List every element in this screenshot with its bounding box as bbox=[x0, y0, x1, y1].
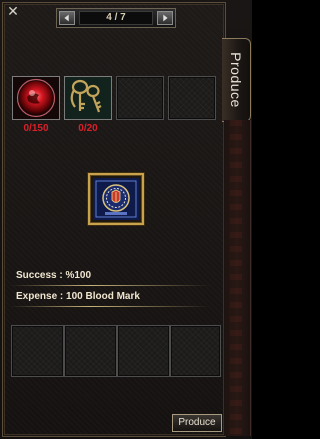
produce-button[interactable]: Produce bbox=[172, 414, 222, 432]
result-slot[interactable] bbox=[88, 173, 144, 225]
arrow-right-icon bbox=[163, 14, 168, 22]
output-slot[interactable] bbox=[11, 325, 64, 377]
close-button[interactable]: ✕ bbox=[4, 4, 22, 20]
output-slot[interactable] bbox=[117, 325, 170, 377]
previous-page-button[interactable] bbox=[59, 11, 75, 25]
side-decoration-strip bbox=[224, 120, 251, 436]
arrow-left-icon bbox=[64, 14, 69, 22]
output-slot[interactable] bbox=[64, 325, 117, 377]
tab-produce[interactable]: Produce bbox=[222, 38, 251, 122]
material-slot-red-orb[interactable] bbox=[12, 76, 60, 120]
success-rate: Success : %100 bbox=[16, 270, 92, 281]
emblem-card-icon bbox=[93, 178, 139, 220]
material-slot-empty[interactable] bbox=[116, 76, 164, 120]
red-orb-icon bbox=[13, 77, 59, 119]
next-page-button[interactable] bbox=[157, 11, 173, 25]
keys-icon bbox=[65, 77, 111, 119]
page-navigator: 4 / 7 bbox=[56, 8, 176, 28]
output-slot[interactable] bbox=[170, 325, 221, 377]
divider bbox=[10, 306, 210, 307]
material-slot-empty[interactable] bbox=[168, 76, 216, 120]
divider bbox=[10, 285, 210, 286]
tab-produce-label: Produce bbox=[228, 52, 244, 108]
material-quantity: 0/150 bbox=[23, 123, 49, 134]
expense-cost: Expense : 100 Blood Mark bbox=[16, 291, 140, 302]
material-quantity: 0/20 bbox=[78, 123, 98, 134]
page-indicator: 4 / 7 bbox=[79, 11, 153, 25]
produce-window: ✕ 4 / 7 Produce 0/150 0/20 Success: %10… bbox=[0, 0, 252, 439]
material-slot-keys[interactable] bbox=[64, 76, 112, 120]
